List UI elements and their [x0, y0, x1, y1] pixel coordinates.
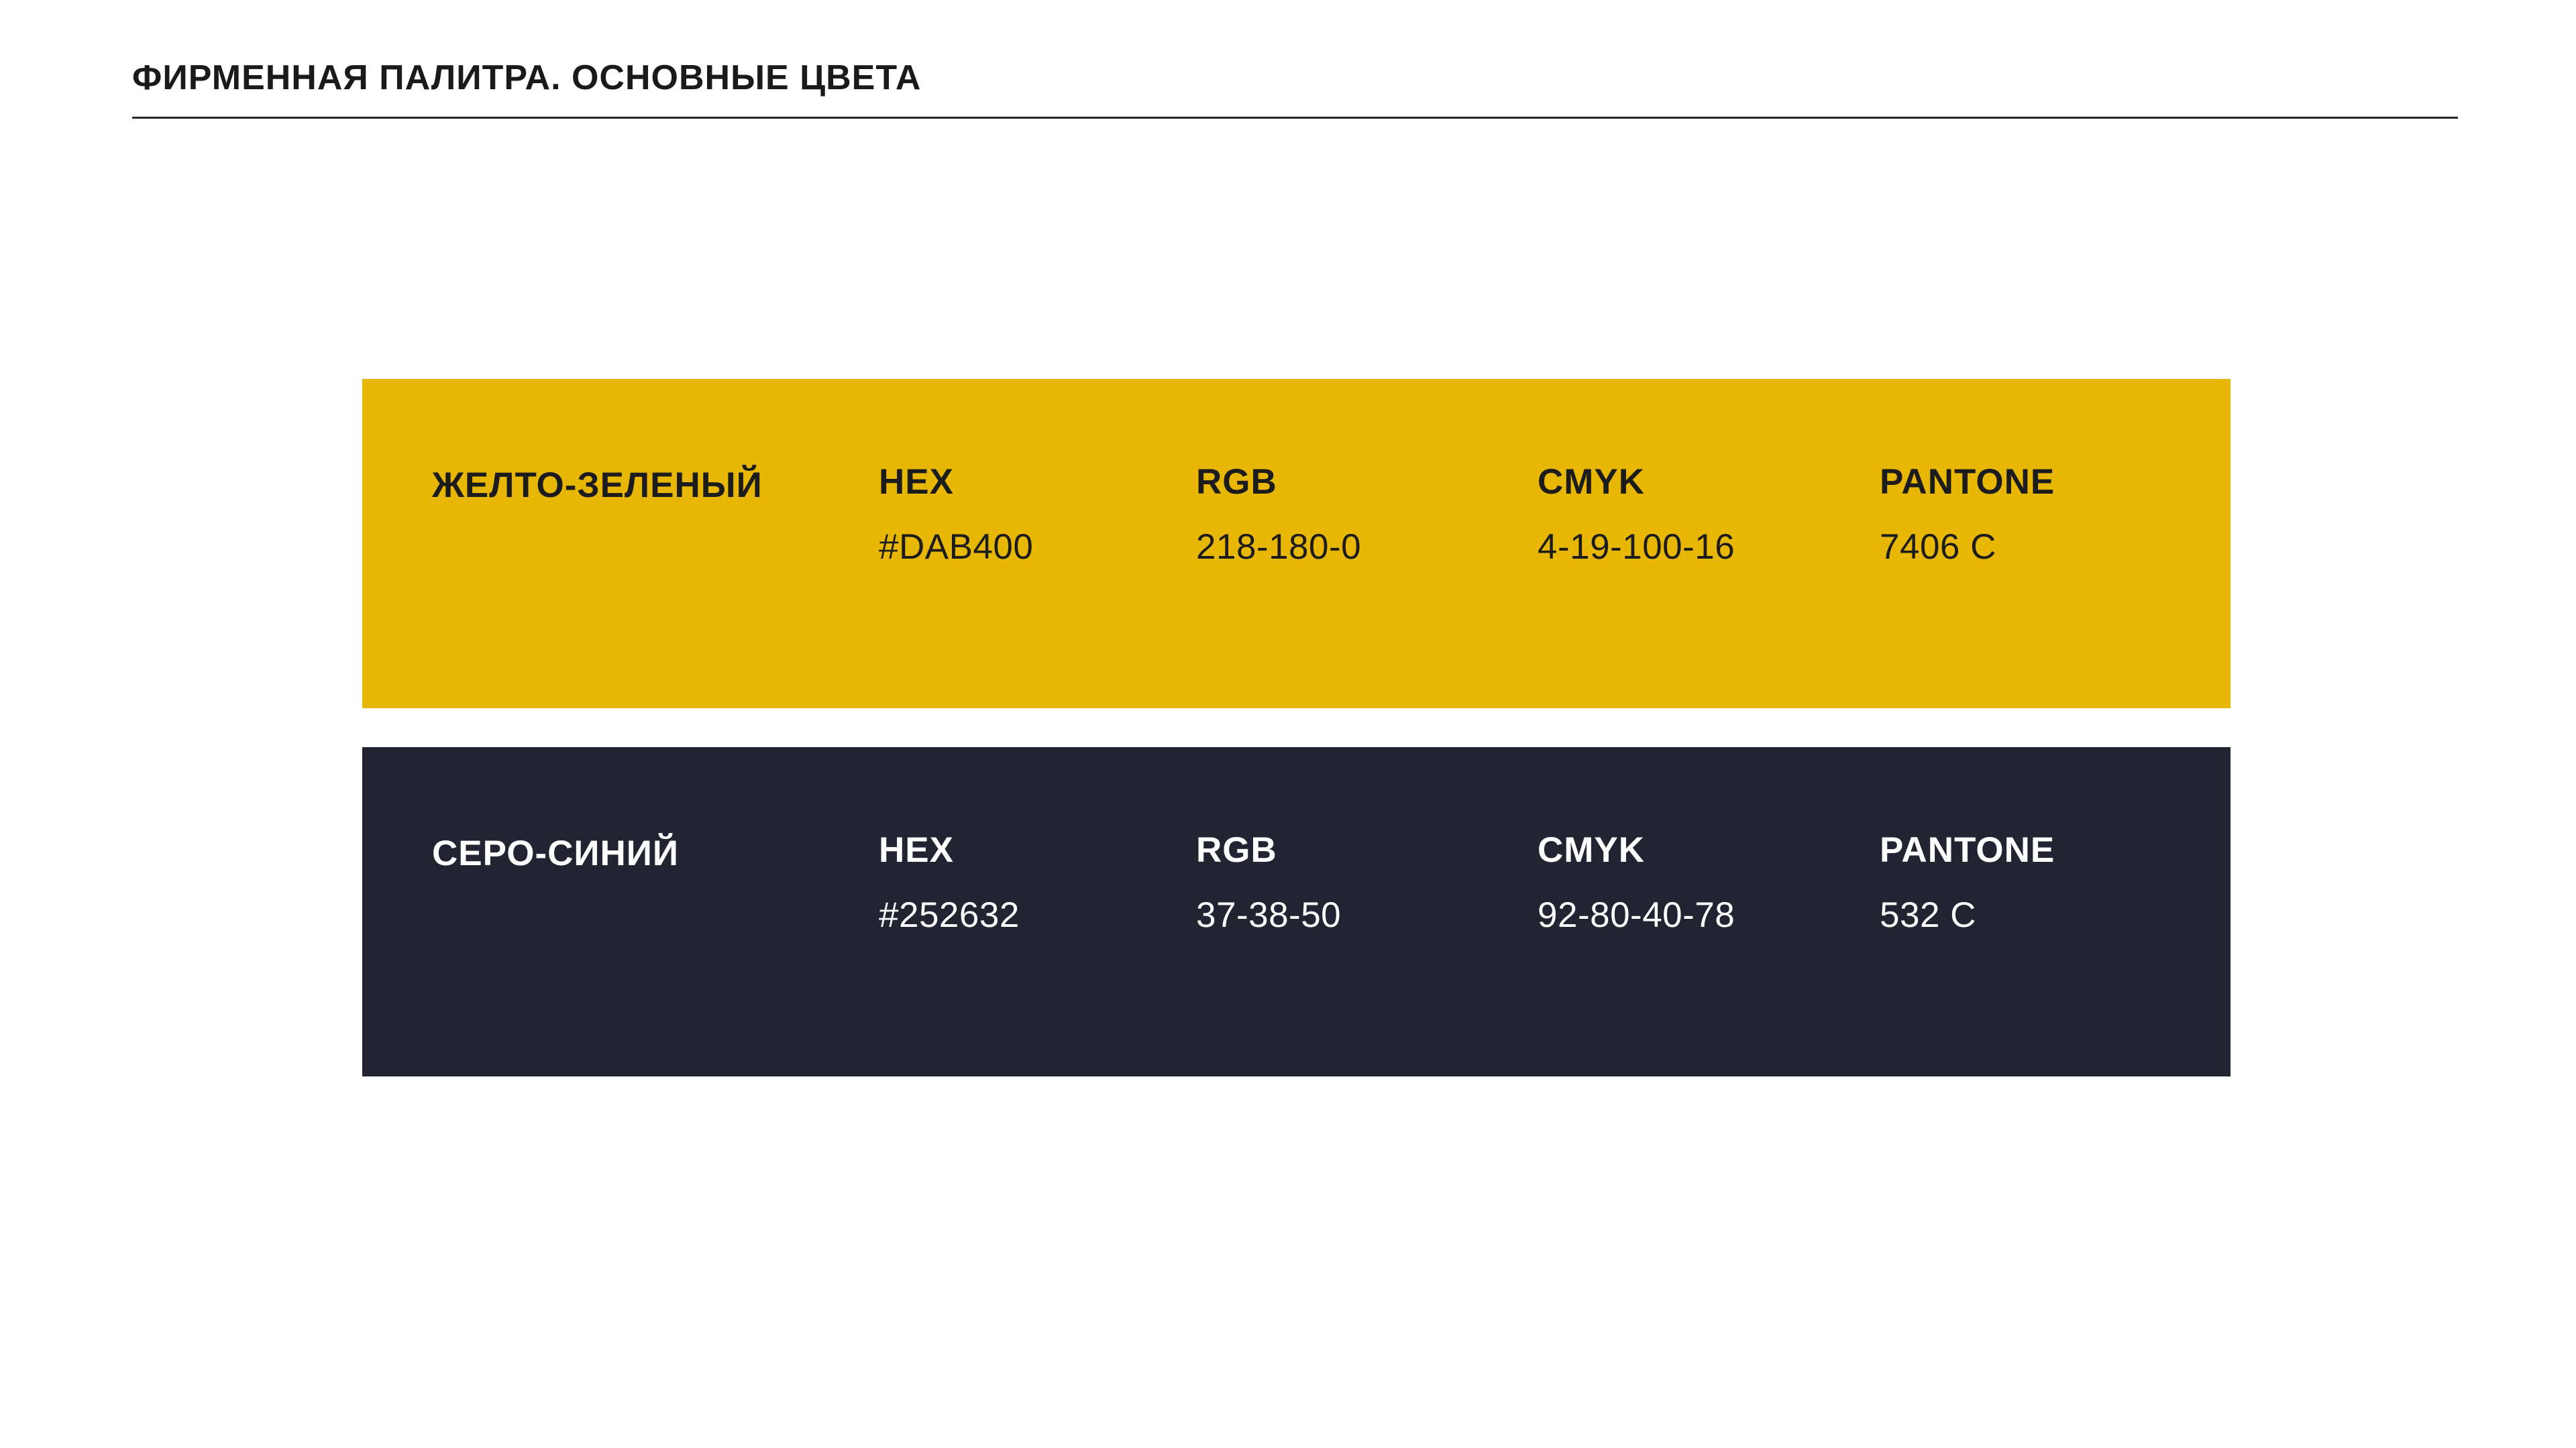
pantone-label: PANTONE — [1880, 830, 2055, 870]
rgb-value: 218-180-0 — [1196, 527, 1362, 567]
pantone-value: 532 C — [1880, 895, 1976, 935]
pantone-label: PANTONE — [1880, 462, 2055, 502]
cmyk-column: CMYK 92-80-40-78 — [1538, 830, 1735, 936]
cmyk-value: 92-80-40-78 — [1538, 895, 1735, 935]
color-swatch-gray-blue: СЕРО-СИНИЙ HEX #252632 RGB 37-38-50 CMYK… — [362, 747, 2231, 1076]
pantone-column: PANTONE 532 C — [1880, 830, 2055, 936]
cmyk-label: CMYK — [1538, 462, 1646, 502]
hex-column: HEX #DAB400 — [879, 461, 1033, 567]
pantone-column: PANTONE 7406 C — [1880, 461, 2055, 567]
pantone-value: 7406 C — [1880, 527, 1996, 567]
page-title: ФИРМЕННАЯ ПАЛИТРА. ОСНОВНЫЕ ЦВЕТА — [132, 58, 922, 97]
hex-label: HEX — [879, 462, 954, 502]
title-divider — [132, 117, 2458, 119]
cmyk-column: CMYK 4-19-100-16 — [1538, 461, 1735, 567]
rgb-column: RGB 218-180-0 — [1196, 461, 1361, 567]
rgb-label: RGB — [1196, 462, 1277, 502]
cmyk-value: 4-19-100-16 — [1538, 527, 1735, 567]
rgb-column: RGB 37-38-50 — [1196, 830, 1341, 936]
color-name: ЖЕЛТО-ЗЕЛЕНЫЙ — [432, 465, 763, 505]
hex-value: #252632 — [879, 895, 1020, 935]
color-swatch-yellow-green: ЖЕЛТО-ЗЕЛЕНЫЙ HEX #DAB400 RGB 218-180-0 … — [362, 379, 2231, 708]
color-name: СЕРО-СИНИЙ — [432, 834, 679, 873]
hex-column: HEX #252632 — [879, 830, 1020, 936]
cmyk-label: CMYK — [1538, 830, 1646, 870]
hex-value: #DAB400 — [879, 527, 1034, 567]
hex-label: HEX — [879, 830, 954, 870]
rgb-label: RGB — [1196, 830, 1277, 870]
rgb-value: 37-38-50 — [1196, 895, 1342, 935]
